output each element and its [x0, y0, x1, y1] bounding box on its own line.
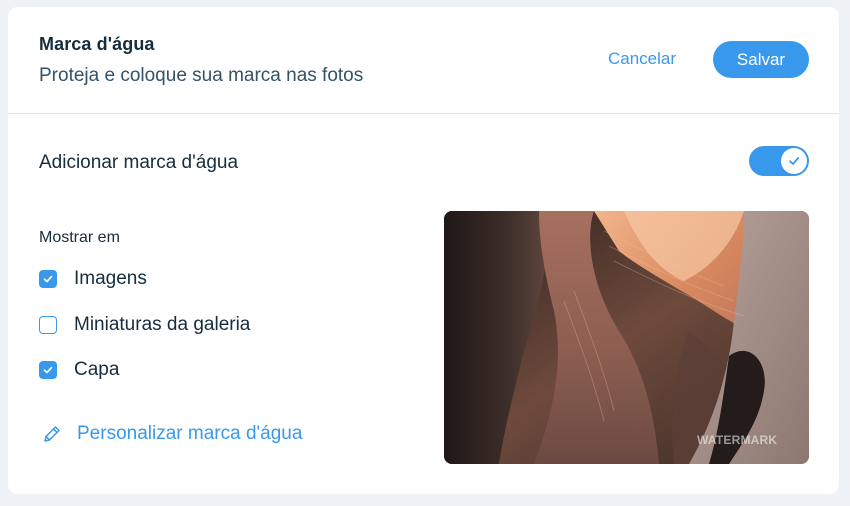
checkbox-row-cover[interactable]: Capa	[39, 359, 119, 381]
page-subtitle: Proteja e coloque sua marca nas fotos	[39, 65, 364, 86]
add-watermark-label: Adicionar marca d'água	[39, 152, 239, 173]
checkmark-icon	[789, 157, 800, 165]
cancel-button[interactable]: Cancelar	[608, 49, 676, 69]
save-button[interactable]: Salvar	[713, 41, 809, 78]
gallery-thumbnails-label: Miniaturas da galeria	[74, 314, 251, 335]
checkmark-icon	[43, 275, 53, 283]
add-watermark-toggle[interactable]	[749, 146, 809, 176]
page-title: Marca d'água	[39, 34, 155, 54]
watermark-preview-image: WATERMARK	[444, 211, 809, 464]
images-checkbox[interactable]	[39, 270, 57, 288]
canyon-photo	[444, 211, 809, 464]
watermark-settings-panel: Marca d'água Proteja e coloque sua marca…	[8, 7, 839, 494]
toggle-knob	[781, 148, 807, 174]
customize-watermark-label: Personalizar marca d'água	[77, 423, 303, 444]
checkbox-row-images[interactable]: Imagens	[39, 268, 147, 290]
show-in-label: Mostrar em	[39, 229, 120, 246]
customize-watermark-link[interactable]: Personalizar marca d'água	[41, 423, 302, 445]
watermark-overlay-text: WATERMARK	[697, 433, 778, 447]
checkmark-icon	[43, 366, 53, 374]
images-label: Imagens	[74, 268, 147, 289]
cover-label: Capa	[74, 359, 120, 380]
pencil-icon	[44, 426, 60, 442]
gallery-thumbnails-checkbox[interactable]	[39, 316, 57, 334]
checkbox-row-gallery-thumbnails[interactable]: Miniaturas da galeria	[39, 314, 250, 336]
panel-header: Marca d'água Proteja e coloque sua marca…	[8, 7, 839, 114]
cover-checkbox[interactable]	[39, 361, 57, 379]
